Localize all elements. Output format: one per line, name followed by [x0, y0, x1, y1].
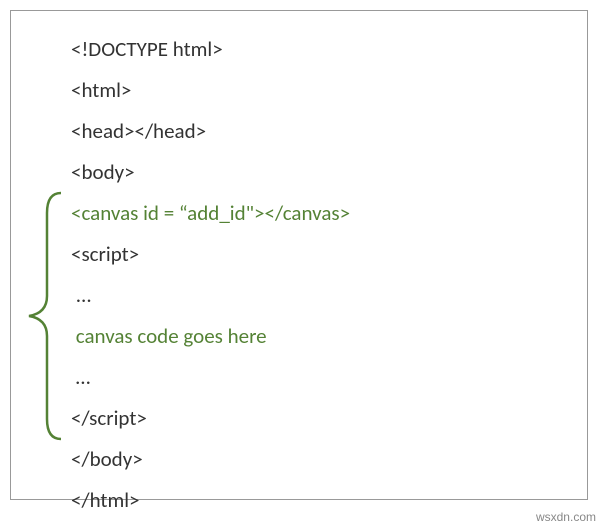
watermark: wsxdn.com — [536, 510, 596, 524]
code-line-script-open: <script> — [71, 234, 587, 275]
code-block: <!DOCTYPE html> <html> <head></head> <bo… — [11, 29, 587, 521]
code-line-html-close: </html> — [71, 480, 587, 521]
curly-brace-icon — [21, 191, 63, 441]
code-line-ellipsis-1: ... — [71, 275, 587, 316]
code-line-html-open: <html> — [71, 70, 587, 111]
code-line-canvas-comment: canvas code goes here — [71, 316, 587, 357]
code-line-doctype: <!DOCTYPE html> — [71, 29, 587, 70]
code-line-body-close: </body> — [71, 439, 587, 480]
code-line-script-close: </script> — [71, 398, 587, 439]
code-line-body-open: <body> — [71, 152, 587, 193]
code-snippet-frame: <!DOCTYPE html> <html> <head></head> <bo… — [10, 10, 588, 500]
code-line-canvas: <canvas id = “add_id"></canvas> — [71, 193, 587, 234]
code-line-head: <head></head> — [71, 111, 587, 152]
code-line-ellipsis-2: … — [71, 357, 587, 398]
